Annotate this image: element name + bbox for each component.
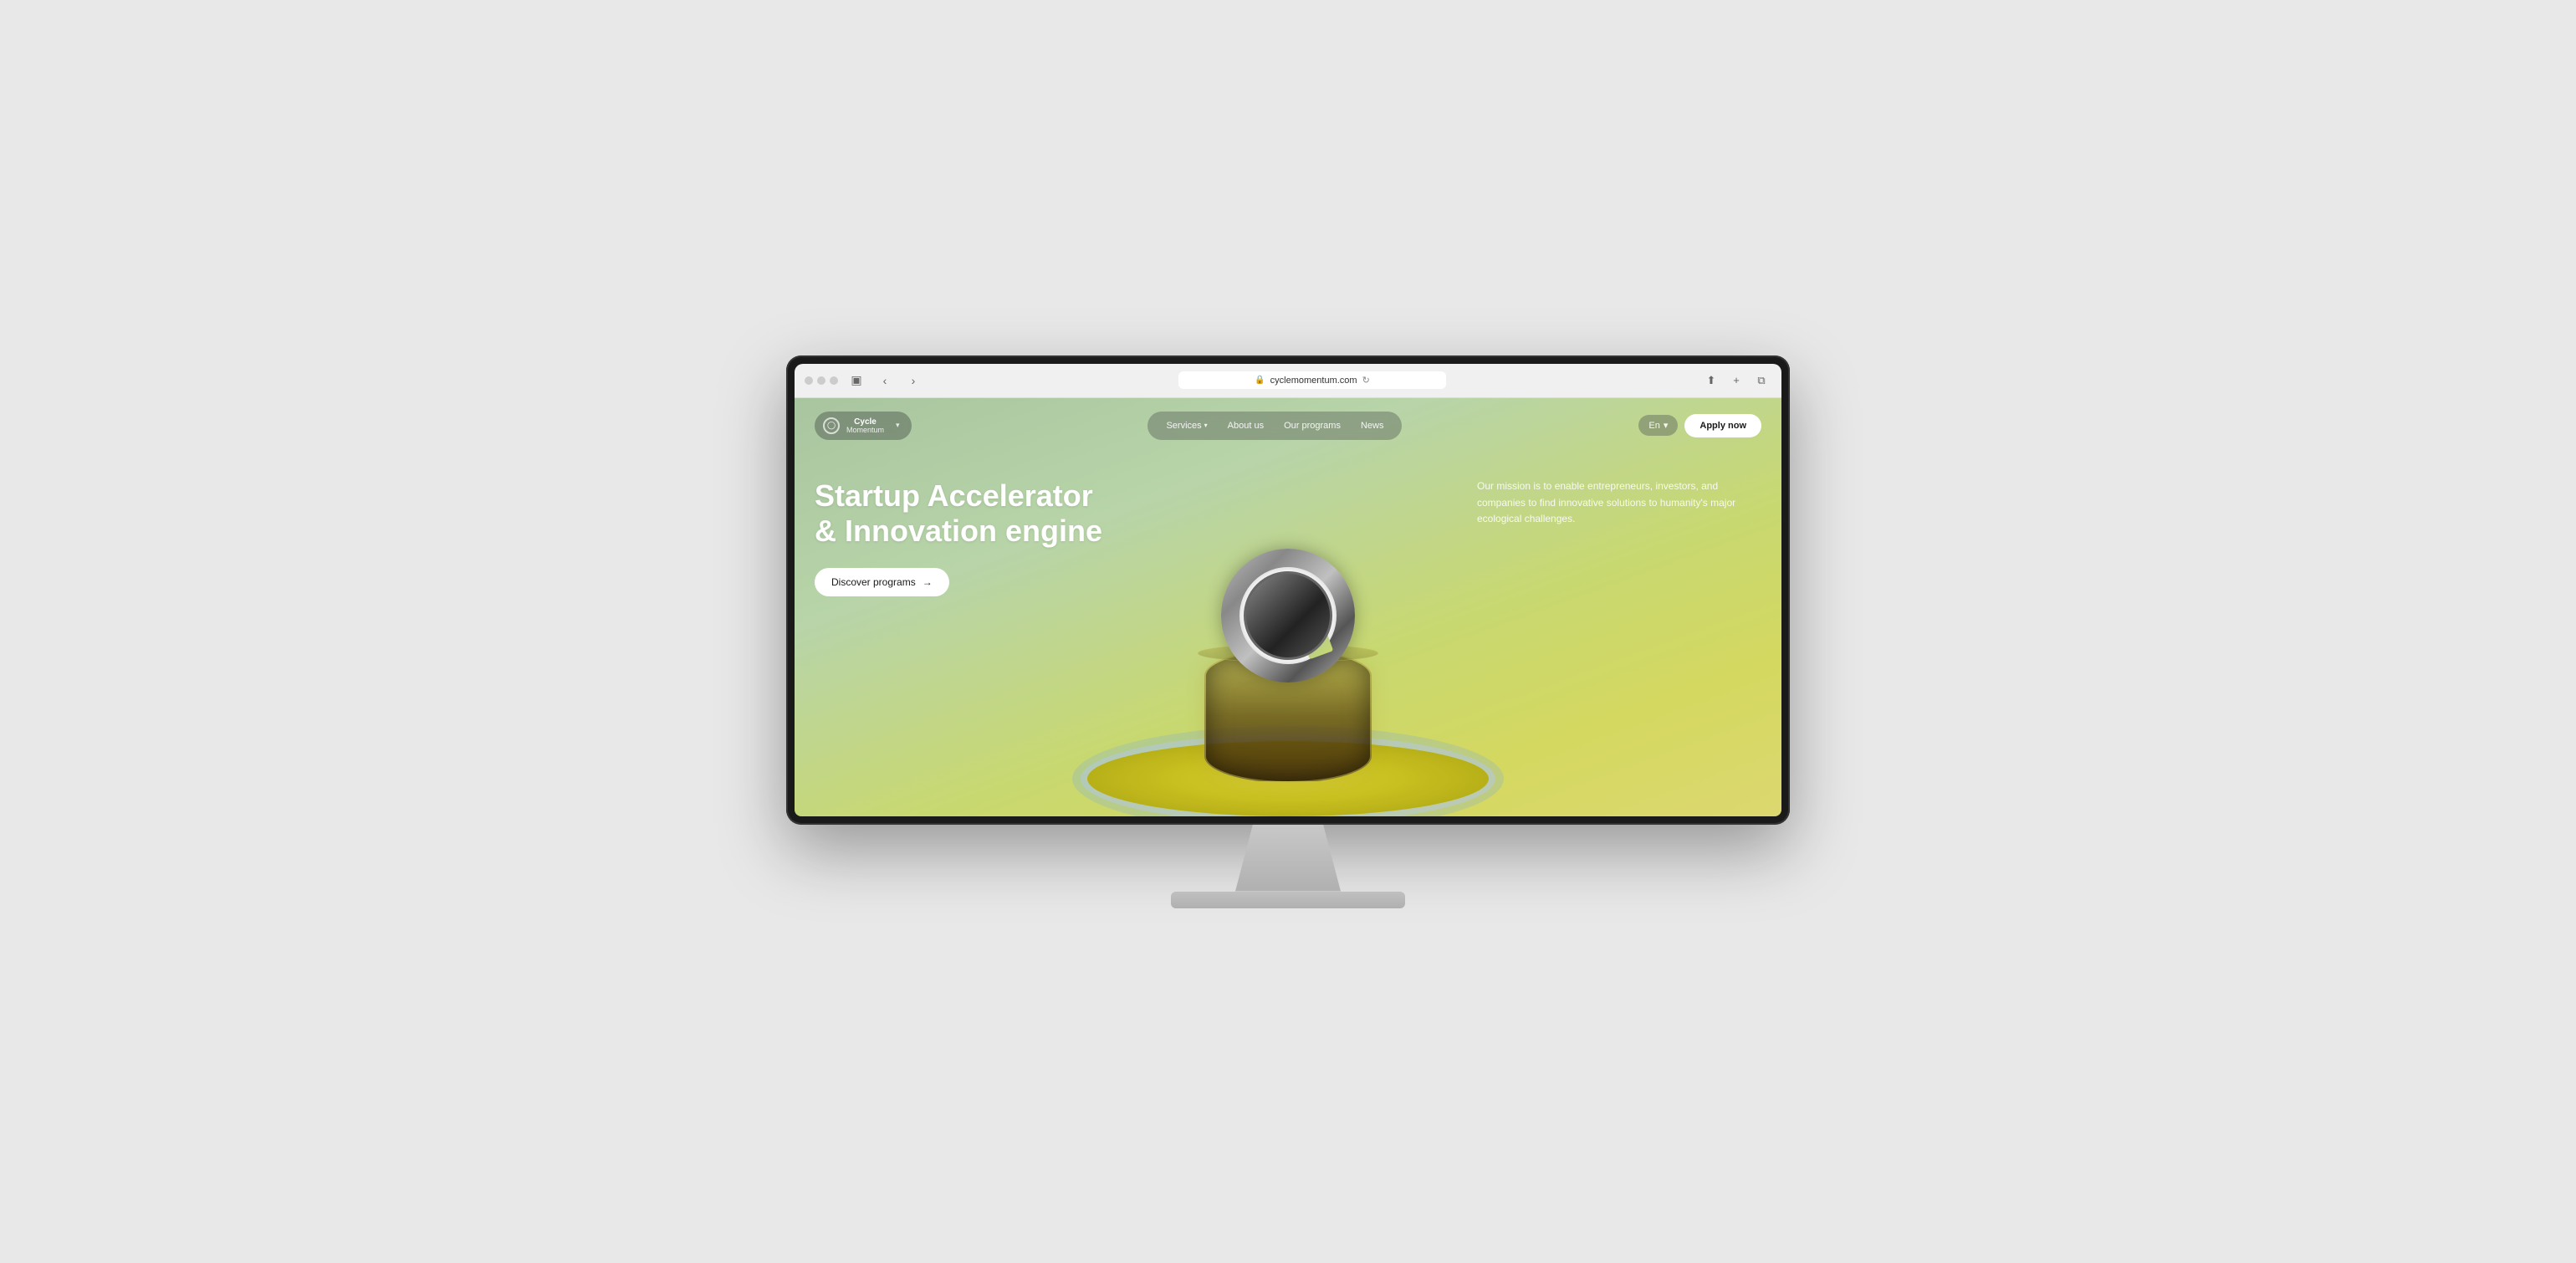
hero-left: Startup Accelerator & Innovation engine … [815, 478, 1102, 596]
traffic-light-red [805, 376, 813, 385]
discover-programs-button[interactable]: Discover programs → [815, 568, 949, 596]
nav-item-about[interactable]: About us [1218, 417, 1274, 435]
hero-section: Startup Accelerator & Innovation engine … [795, 453, 1781, 596]
nav-center: Services ▾ About us Our programs News [1147, 412, 1402, 440]
monitor-wrapper: ▣ ‹ › 🔒 cyclemomentum.com ↻ ⬆ + ⧉ ◯ [786, 355, 1790, 908]
logo-button[interactable]: ◯ Cycle Momentum ▾ [815, 412, 912, 441]
traffic-lights [805, 376, 838, 385]
hero-description: Our mission is to enable entrepreneurs, … [1477, 478, 1761, 527]
screen: ◯ Cycle Momentum ▾ Services ▾ About us [795, 398, 1781, 816]
logo-line2: Momentum [846, 427, 884, 435]
nav-item-news[interactable]: News [1351, 417, 1394, 435]
monitor: ▣ ‹ › 🔒 cyclemomentum.com ↻ ⬆ + ⧉ ◯ [786, 355, 1790, 825]
address-bar[interactable]: 🔒 cyclemomentum.com ↻ [1178, 371, 1446, 389]
navigation: ◯ Cycle Momentum ▾ Services ▾ About us [795, 398, 1781, 454]
browser-back-btn[interactable]: ‹ [875, 371, 895, 391]
discover-label: Discover programs [831, 576, 916, 588]
logo-line1: Cycle [846, 417, 884, 427]
ring-gap [1301, 626, 1333, 658]
discover-arrow-icon: → [923, 576, 933, 588]
services-chevron-icon: ▾ [1204, 422, 1208, 429]
monitor-stand [1229, 825, 1347, 892]
traffic-light-yellow [817, 376, 825, 385]
nav-item-services[interactable]: Services ▾ [1156, 417, 1217, 435]
traffic-light-green [830, 376, 838, 385]
lang-label: En [1648, 421, 1659, 431]
sidebar-icon[interactable]: ▣ [846, 371, 866, 391]
logo-icon: ◯ [823, 417, 840, 434]
hero-right: Our mission is to enable entrepreneurs, … [1477, 478, 1761, 527]
language-selector[interactable]: En ▾ [1638, 415, 1678, 436]
nav-right: En ▾ Apply now [1638, 414, 1761, 437]
nav-item-programs[interactable]: Our programs [1274, 417, 1351, 435]
browser-chrome: ▣ ‹ › 🔒 cyclemomentum.com ↻ ⬆ + ⧉ [795, 364, 1781, 398]
lock-icon: 🔒 [1255, 376, 1265, 385]
share-btn[interactable]: ⬆ [1701, 371, 1721, 391]
logo-chevron-icon: ▾ [896, 421, 900, 430]
hero-title: Startup Accelerator & Innovation engine [815, 478, 1102, 548]
browser-address-area: 🔒 cyclemomentum.com ↻ [932, 371, 1693, 389]
lang-chevron-icon: ▾ [1664, 420, 1669, 431]
browser-forward-btn[interactable]: › [903, 371, 923, 391]
more-btn[interactable]: ⧉ [1751, 371, 1771, 391]
logo-text: Cycle Momentum [846, 417, 884, 435]
reload-icon[interactable]: ↻ [1362, 375, 1370, 386]
apply-now-button[interactable]: Apply now [1684, 414, 1761, 437]
browser-toolbar-right: ⬆ + ⧉ [1701, 371, 1771, 391]
monitor-base [1171, 892, 1405, 908]
new-tab-btn[interactable]: + [1726, 371, 1746, 391]
url-text: cyclemomentum.com [1270, 376, 1357, 386]
